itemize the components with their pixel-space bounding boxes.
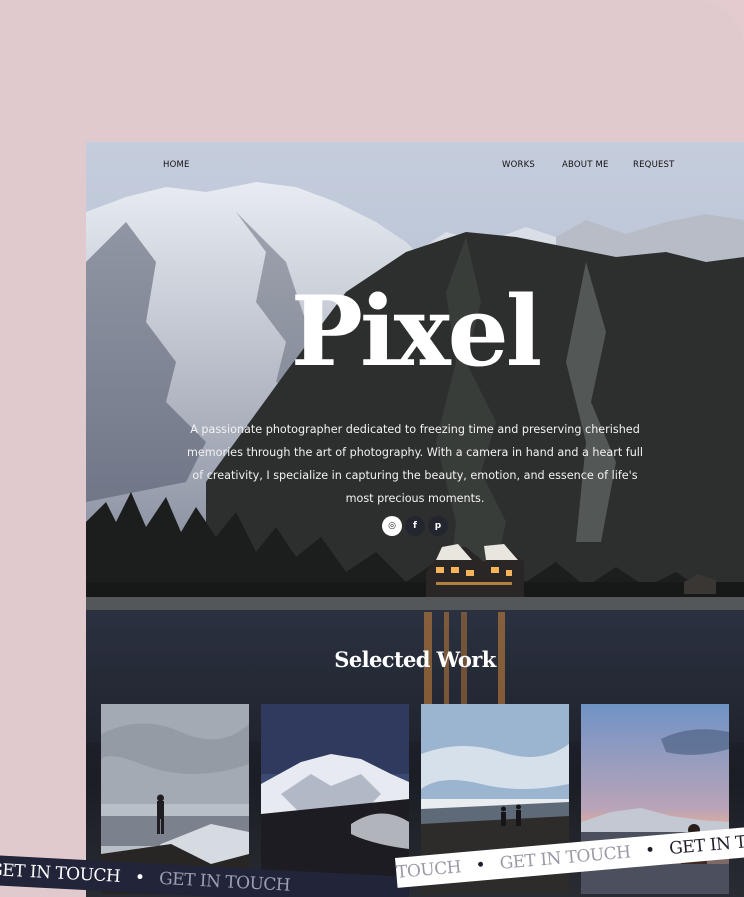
- pinterest-icon[interactable]: p: [428, 516, 448, 536]
- ribbon-text: TOUCH: [395, 857, 462, 883]
- ribbon-separator: •: [644, 840, 656, 862]
- hero-title: Pixel: [290, 275, 542, 388]
- ribbon-separator: •: [474, 855, 487, 876]
- nav-request-link[interactable]: REQUEST: [633, 160, 675, 170]
- facebook-icon[interactable]: f: [405, 516, 425, 536]
- selected-work-heading: Selected Work: [334, 647, 496, 672]
- nav-home-link[interactable]: HOME: [163, 160, 190, 170]
- instagram-icon[interactable]: ◎: [382, 516, 402, 536]
- ribbon-text: GET IN TOUCH: [158, 868, 291, 896]
- ribbon-text: GET IN TOUCH: [498, 842, 632, 874]
- ribbon-text: GET IN TOUCH: [0, 859, 121, 887]
- website-preview: HOME WORKS ABOUT ME REQUEST Pixel A pass…: [86, 142, 744, 897]
- nav-about-link[interactable]: ABOUT ME: [562, 160, 609, 170]
- nav-works-link[interactable]: WORKS: [502, 160, 535, 170]
- top-navigation: HOME WORKS ABOUT ME REQUEST: [86, 142, 744, 188]
- social-links: ◎ f p: [382, 516, 452, 538]
- hero-description: A passionate photographer dedicated to f…: [186, 423, 644, 505]
- ribbon-separator: •: [134, 867, 145, 889]
- ribbon-text: GET IN T: [668, 832, 744, 860]
- work-photo-snow-peak[interactable]: [261, 704, 409, 894]
